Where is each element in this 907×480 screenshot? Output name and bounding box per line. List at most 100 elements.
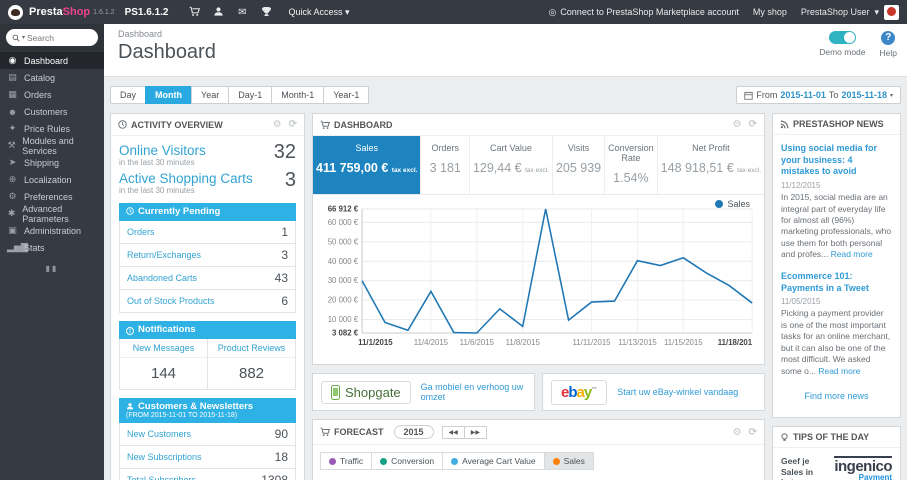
- kpi-cart-value[interactable]: Cart Value 129,44 € tax excl.: [468, 136, 552, 194]
- sidebar-item-localization[interactable]: ⊕ Localization: [0, 171, 104, 188]
- gear-icon[interactable]: ⚙: [273, 119, 282, 130]
- shopgate-module-card: Shopgate Ga mobiel en verhoog uw omzet: [312, 373, 535, 411]
- product-reviews-cell[interactable]: Product Reviews 882: [207, 339, 295, 389]
- forecast-next-button[interactable]: ▶▶: [463, 425, 487, 439]
- demo-mode-toggle[interactable]: [828, 31, 856, 44]
- sidebar-item-catalog[interactable]: ▤ Catalog: [0, 69, 104, 86]
- chart-legend-sales[interactable]: Sales: [715, 199, 750, 209]
- search-box[interactable]: ▾: [6, 29, 98, 46]
- search-input[interactable]: [27, 32, 84, 43]
- sidebar-item-customers[interactable]: ☻ Customers: [0, 103, 104, 120]
- new-customers-row[interactable]: New Customers 90: [119, 423, 296, 446]
- pending-returns-row[interactable]: Return/Exchanges 3: [119, 244, 296, 267]
- article-title-link[interactable]: Ecommerce 101: Payments in a Tweet: [781, 271, 892, 294]
- breadcrumb[interactable]: Dashboard: [118, 29, 897, 39]
- date-range-picker[interactable]: From 2015-11-01 To 2015-11-18 ▾: [736, 86, 901, 104]
- gear-icon[interactable]: ⚙: [733, 119, 742, 130]
- ebay-logo[interactable]: ebay™: [551, 379, 608, 405]
- shopgate-phone-icon: [331, 384, 340, 400]
- ebay-link[interactable]: Start uw eBay-winkel vandaag: [617, 387, 738, 397]
- sidebar-item-price-rules[interactable]: ✦ Price Rules: [0, 120, 104, 137]
- total-subscribers-row[interactable]: Total Subscribers 1308: [119, 469, 296, 480]
- forecast-legend-average-cart-value[interactable]: Average Cart Value: [442, 452, 545, 470]
- trophy-icon[interactable]: [254, 6, 278, 17]
- marketplace-link[interactable]: ◎ Connect to PrestaShop Marketplace accou…: [548, 7, 738, 18]
- person-icon: [126, 402, 134, 410]
- period-button-group: Day Month Year Day-1 Month-1 Year-1: [110, 86, 370, 104]
- ingenico-logo[interactable]: ingenico Payment services: [827, 456, 892, 480]
- refresh-icon[interactable]: ⟳: [749, 119, 757, 130]
- sidebar-item-shipping[interactable]: ➤ Shipping: [0, 154, 104, 171]
- search-scope-caret-icon[interactable]: ▾: [22, 34, 25, 41]
- find-more-news-link[interactable]: Find more news: [781, 391, 892, 401]
- shop-name[interactable]: PS1.6.1.2: [125, 7, 169, 18]
- brand: PrestaShop: [29, 6, 90, 18]
- kpi-sales[interactable]: Sales 411 759,00 € tax excl.: [313, 136, 421, 194]
- news-panel-title: PRESTASHOP NEWS: [793, 119, 884, 129]
- cart-icon: [320, 427, 330, 437]
- sidebar-item-administration[interactable]: ▣ Administration: [0, 222, 104, 239]
- period-year-1-button[interactable]: Year-1: [323, 86, 370, 104]
- kpi-orders[interactable]: Orders 3 181: [420, 136, 469, 194]
- average-cart-value-dot: [451, 457, 459, 465]
- kpi-row: Sales 411 759,00 € tax excl. Orders 3 181 …: [313, 136, 764, 195]
- period-day-1-button[interactable]: Day-1: [228, 86, 273, 104]
- forecast-legend-traffic[interactable]: Traffic: [320, 452, 373, 470]
- forecast-panel: FORECAST 2015 ◀◀ ▶▶ ⚙ ⟳ Traffic Conversio…: [312, 419, 765, 480]
- refresh-icon[interactable]: ⟳: [289, 119, 297, 130]
- my-shop-link[interactable]: My shop: [753, 7, 787, 17]
- pending-abandoned-carts-row[interactable]: Abandoned Carts 43: [119, 267, 296, 290]
- shipping-icon: ➤: [8, 157, 17, 167]
- svg-text:3 082 €: 3 082 €: [332, 328, 359, 337]
- sidebar-item-dashboard[interactable]: ◉ Dashboard: [0, 52, 104, 69]
- activity-panel-title: ACTIVITY OVERVIEW: [131, 119, 223, 130]
- news-article: Using social media for your business: 4 …: [781, 143, 892, 260]
- article-title-link[interactable]: Using social media for your business: 4 …: [781, 143, 892, 178]
- customers-topbar-icon[interactable]: [206, 6, 230, 17]
- help-icon[interactable]: ?: [881, 31, 896, 45]
- cart-icon[interactable]: [182, 6, 206, 17]
- brand-presta: Presta: [29, 6, 63, 18]
- quick-access-menu[interactable]: Quick Access ▾: [288, 7, 349, 18]
- read-more-link[interactable]: Read more: [831, 249, 873, 259]
- shopgate-link[interactable]: Ga mobiel en verhoog uw omzet: [421, 382, 526, 402]
- svg-text:11/11/2015: 11/11/2015: [573, 338, 612, 347]
- sales-line-chart: 66 912 € 60 000 € 50 000 € 40 000 € 30 000 €…: [328, 204, 753, 347]
- sidebar-item-advanced-parameters[interactable]: ✱ Advanced Parameters: [0, 204, 104, 224]
- active-carts-link[interactable]: Active Shopping Carts: [119, 171, 296, 186]
- marketplace-icon: ◎: [548, 6, 557, 17]
- sidebar-item-stats[interactable]: ▂▅▇ Stats: [0, 239, 104, 256]
- menu-collapse-icon[interactable]: ▮▮: [0, 264, 104, 273]
- period-year-button[interactable]: Year: [191, 86, 230, 104]
- forecast-year-selector[interactable]: 2015: [393, 425, 434, 439]
- new-messages-cell[interactable]: New Messages 144: [120, 339, 207, 389]
- read-more-link[interactable]: Read more: [818, 366, 860, 376]
- pending-orders-row[interactable]: Orders 1: [119, 221, 296, 244]
- forecast-prev-button[interactable]: ◀◀: [441, 425, 465, 439]
- pending-out-of-stock-row[interactable]: Out of Stock Products 6: [119, 290, 296, 313]
- active-carts-value: 3: [284, 169, 296, 191]
- sidebar-item-preferences[interactable]: ⚙ Preferences: [0, 188, 104, 205]
- period-month-button[interactable]: Month: [145, 86, 193, 104]
- kpi-conversion-rate[interactable]: Conversion Rate 1.54%: [604, 136, 657, 194]
- clock-icon: [126, 207, 134, 215]
- period-month-1-button[interactable]: Month-1: [271, 86, 325, 104]
- messages-icon[interactable]: ✉: [230, 7, 254, 18]
- gear-icon[interactable]: ⚙: [733, 427, 742, 438]
- forecast-legend-conversion[interactable]: Conversion: [371, 452, 444, 470]
- kpi-net-profit[interactable]: Net Profit 148 918,51 € tax excl.: [656, 136, 764, 194]
- forecast-legend-sales[interactable]: Sales: [543, 452, 594, 470]
- refresh-icon[interactable]: ⟳: [749, 427, 757, 438]
- period-day-button[interactable]: Day: [110, 86, 147, 104]
- sidebar-item-modules[interactable]: ⚒ Modules and Services: [0, 136, 104, 156]
- shopgate-logo[interactable]: Shopgate: [321, 380, 411, 404]
- user-menu[interactable]: PrestaShop User ▾: [801, 4, 899, 20]
- svg-text:20 000 €: 20 000 €: [328, 296, 359, 305]
- sidebar-item-orders[interactable]: ▦ Orders: [0, 86, 104, 103]
- tips-panel-title: TIPS OF THE DAY: [793, 432, 870, 443]
- new-subscriptions-row[interactable]: New Subscriptions 18: [119, 446, 296, 469]
- kpi-visits[interactable]: Visits 205 939: [551, 136, 604, 194]
- svg-text:30 000 €: 30 000 €: [328, 276, 359, 285]
- online-visitors-link[interactable]: Online Visitors: [119, 143, 296, 158]
- version-label: 1.6.1.2: [93, 8, 115, 16]
